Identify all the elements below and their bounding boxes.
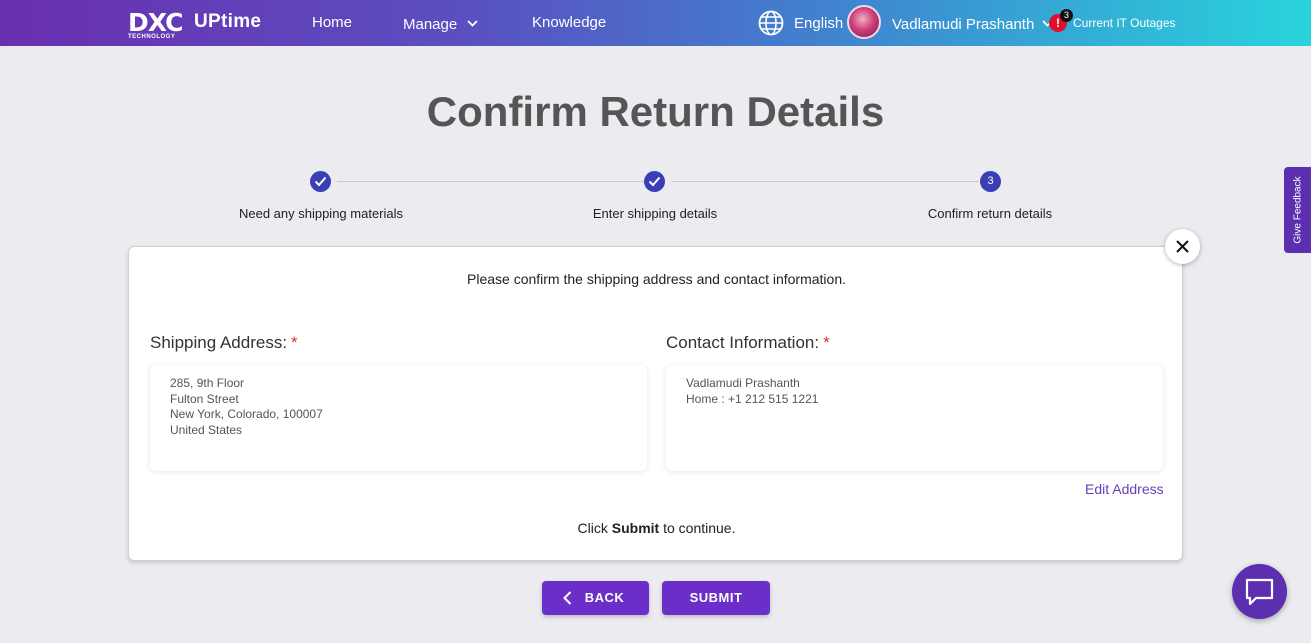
give-feedback-label: Give Feedback	[1292, 176, 1303, 244]
language-selector[interactable]: English	[794, 15, 843, 32]
address-line: United States	[170, 422, 243, 437]
give-feedback-tab[interactable]: Give Feedback	[1284, 167, 1311, 253]
submit-button[interactable]: SUBMIT	[662, 581, 770, 615]
check-icon	[648, 176, 661, 187]
nav-manage[interactable]: Manage	[403, 14, 479, 33]
logo-subtext: TECHNOLOGY	[128, 34, 176, 40]
contact-information-label: Contact Information:	[666, 333, 820, 352]
step-2-complete	[644, 171, 665, 192]
product-name[interactable]: UPtime	[194, 11, 261, 33]
step-1-label: Need any shipping materials	[238, 206, 404, 221]
step-connector	[671, 181, 979, 182]
nav-home[interactable]: Home	[312, 14, 352, 31]
chat-button[interactable]	[1232, 564, 1287, 619]
current-outages-link[interactable]: Current IT Outages	[1073, 16, 1176, 30]
edit-address-link[interactable]: Edit Address	[1085, 481, 1164, 497]
address-line: 285, 9th Floor	[170, 376, 245, 390]
nav-knowledge-label: Knowledge	[532, 14, 607, 31]
confirm-details-card: Please confirm the shipping address and …	[128, 246, 1183, 561]
dxc-logo[interactable]: DXC TECHNOLOGY	[128, 8, 183, 40]
user-menu[interactable]: Vadlamudi Prashanth	[892, 14, 1054, 33]
chevron-down-icon	[467, 14, 479, 31]
shipping-address-heading: Shipping Address: *	[150, 333, 298, 353]
submit-button-label: SUBMIT	[689, 590, 743, 605]
continue-prefix: Click	[577, 520, 612, 536]
step-3-current: 3	[980, 171, 1001, 192]
top-navigation-bar: DXC TECHNOLOGY UPtime Home Manage Knowle…	[0, 0, 1311, 46]
check-icon	[314, 176, 327, 187]
page-title: Confirm Return Details	[426, 88, 885, 135]
nav-knowledge[interactable]: Knowledge	[532, 14, 606, 31]
continue-instruction: Click Submit to continue.	[129, 520, 1184, 536]
contact-information-heading: Contact Information: *	[666, 333, 830, 353]
back-button[interactable]: BACK	[542, 581, 649, 615]
contact-line: Vadlamudi Prashanth	[686, 376, 800, 390]
chat-icon	[1245, 578, 1274, 606]
shipping-address-label: Shipping Address:	[150, 333, 288, 352]
card-intro-text: Please confirm the shipping address and …	[467, 271, 846, 287]
nav-manage-label: Manage	[403, 16, 458, 33]
alert-count-badge: 3	[1060, 9, 1073, 22]
globe-icon[interactable]	[758, 10, 784, 36]
required-marker: *	[823, 333, 830, 352]
step-2-label: Enter shipping details	[592, 206, 718, 221]
step-3-label: Confirm return details	[927, 206, 1053, 221]
logo-text: DXC	[128, 8, 183, 37]
back-button-label: BACK	[584, 590, 625, 605]
step-connector	[337, 181, 645, 182]
contact-line: Home : +1 212 515 1221	[686, 391, 819, 406]
close-icon	[1176, 240, 1189, 253]
close-button[interactable]	[1165, 229, 1200, 264]
contact-information-box: Vadlamudi Prashanth Home : +1 212 515 12…	[666, 365, 1163, 471]
avatar[interactable]	[847, 5, 881, 39]
step-1-complete	[310, 171, 331, 192]
nav-home-label: Home	[312, 14, 353, 31]
required-marker: *	[291, 333, 298, 352]
address-line: Fulton Street	[170, 391, 239, 406]
chevron-left-icon	[563, 591, 572, 605]
address-line: New York, Colorado, 100007	[170, 407, 323, 421]
shipping-address-box: 285, 9th Floor Fulton Street New York, C…	[150, 365, 647, 471]
user-name: Vadlamudi Prashanth	[892, 16, 1035, 33]
continue-suffix: to continue.	[659, 520, 736, 536]
continue-bold: Submit	[611, 520, 660, 536]
